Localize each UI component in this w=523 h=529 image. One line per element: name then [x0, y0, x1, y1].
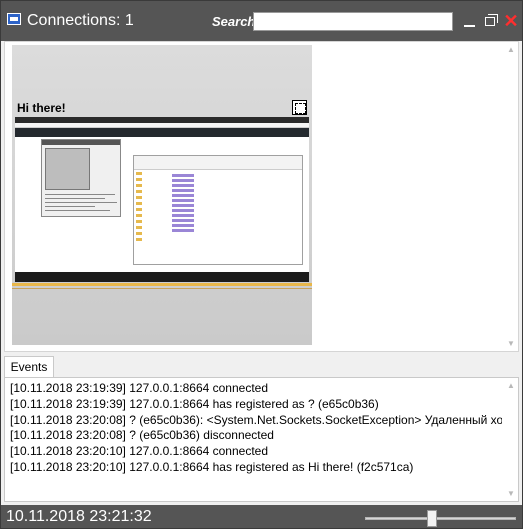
- connection-name: Hi there!: [17, 101, 66, 115]
- events-log: [10.11.2018 23:19:39] 127.0.0.1:8664 con…: [6, 381, 502, 501]
- chevron-up-icon[interactable]: ▲: [507, 45, 515, 54]
- slider-track[interactable]: [365, 517, 516, 520]
- fullscreen-icon[interactable]: [292, 100, 307, 115]
- chevron-down-icon[interactable]: ▼: [507, 339, 515, 348]
- status-bar: 10.11.2018 23:21:32: [1, 505, 522, 528]
- connections-scrollbar[interactable]: ▲ ▼: [505, 43, 517, 350]
- maximize-icon[interactable]: [482, 12, 498, 30]
- main-window: Connections: 1 Search: ✕ Hi there! ▲ ▼ E…: [0, 0, 523, 529]
- log-line: [10.11.2018 23:20:08] ? (e65c0b36) disco…: [10, 428, 274, 443]
- status-time: 10.11.2018 23:21:32: [6, 508, 152, 525]
- remote-screenshot: [15, 117, 309, 282]
- connections-panel: Hi there! ▲ ▼: [4, 41, 519, 352]
- search-input[interactable]: [253, 12, 453, 31]
- slider-thumb[interactable]: [427, 510, 437, 527]
- title-bar[interactable]: Connections: 1 Search: ✕: [1, 1, 522, 41]
- events-log-box: [10.11.2018 23:19:39] 127.0.0.1:8664 con…: [4, 377, 519, 502]
- log-line: [10.11.2018 23:20:10] 127.0.0.1:8664 has…: [10, 459, 414, 474]
- log-line: [10.11.2018 23:20:10] 127.0.0.1:8664 con…: [10, 444, 268, 459]
- connection-tile[interactable]: Hi there!: [12, 45, 312, 345]
- log-line: [10.11.2018 23:19:39] 127.0.0.1:8664 has…: [10, 396, 379, 411]
- events-scrollbar[interactable]: ▲ ▼: [505, 379, 517, 500]
- close-icon[interactable]: ✕: [503, 12, 519, 30]
- minimize-icon[interactable]: [462, 12, 478, 30]
- window-title: Connections: 1: [27, 12, 134, 29]
- log-line: [10.11.2018 23:20:08] ? (e65c0b36): <Sys…: [10, 412, 502, 427]
- tab-events[interactable]: Events: [4, 356, 54, 378]
- chevron-down-icon[interactable]: ▼: [507, 489, 515, 498]
- zoom-slider[interactable]: [365, 509, 516, 527]
- log-line: [10.11.2018 23:19:39] 127.0.0.1:8664 con…: [10, 381, 268, 395]
- chevron-up-icon[interactable]: ▲: [507, 381, 515, 390]
- app-window-icon: [7, 13, 21, 25]
- events-panel: Events [10.11.2018 23:19:39] 127.0.0.1:8…: [1, 353, 522, 505]
